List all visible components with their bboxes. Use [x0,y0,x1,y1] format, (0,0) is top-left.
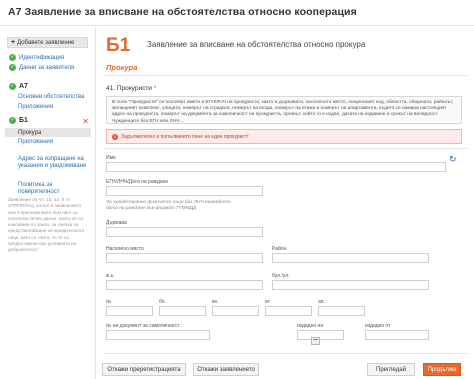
issued-by-input[interactable] [365,330,429,340]
field-title-text: 41. Прокуристи [106,85,152,92]
application-code: Б1 [106,35,131,56]
sidebar-item-label: Данни за заявителя [19,64,75,71]
error-box: ! Задължително е попълването поне на еди… [106,129,462,144]
name-input[interactable] [106,162,446,172]
sidebar-section-label: Б1 [19,117,28,124]
sidebar-item-label: Приложения [18,104,54,110]
sidebar-section-label: А7 [19,83,28,90]
field-title: 41. Прокуристи * [106,85,156,92]
sidebar-item-label: Политика за поверителност [18,182,60,195]
sidebar: + Добавете заявление ✓ Идентификация ✓ Д… [0,27,96,379]
add-application-label: Добавете заявление [17,39,75,46]
sidebar-item-label: Приложения [18,139,54,145]
sidebar-item-label: Адрес за изпращане на указания и уведомя… [18,156,87,169]
egn-hint: За чуждестранно физическо лице без ЛНЧ в… [106,200,231,211]
country-input[interactable] [106,227,263,237]
cancel-application-button[interactable]: Откажи заявлението [193,363,259,376]
floor-input[interactable] [265,306,312,316]
sidebar-item-identification[interactable]: ✓ Идентификация [9,54,64,61]
sidebar-section-b1[interactable]: ✓ Б1 [9,117,28,124]
required-mark: * [153,85,157,92]
entrance-input[interactable] [212,306,259,316]
egn-input[interactable] [106,186,263,196]
issued-on-input[interactable] [297,330,344,340]
application-title: Заявление за вписване на обстоятелства о… [147,40,366,49]
block-input[interactable] [159,306,206,316]
sidebar-item-privacy[interactable]: Политика за поверителност [18,182,90,195]
sidebar-note: Заявление по чл. 15, ал. 9 от ЗТРРЮЛНЦ, … [8,197,85,253]
top-bar: А7 Заявление за вписване на обстоятелств… [0,0,474,26]
entrance-label: вх. [212,299,219,305]
divider [105,353,467,354]
divider [105,75,467,76]
number-label: № [106,299,112,305]
egn-label: ЕГН/ЛНЧ/Дата на раждане [106,179,169,185]
main-panel: Б1 Заявление за вписване на обстоятелств… [97,27,474,379]
complex-input[interactable] [106,280,263,290]
number-input[interactable] [106,306,153,316]
issued-on-label: издаден на [297,323,324,329]
sidebar-item-label: Прокура [18,129,42,136]
city-input[interactable] [106,253,263,263]
street-label: бул./ул. [272,273,290,279]
id-doc-input[interactable] [106,330,210,340]
preview-button[interactable]: Прегледай [367,363,415,376]
section-title: Прокура [106,63,138,72]
error-icon: ! [112,133,118,140]
plus-icon: + [11,39,16,46]
sidebar-item-attachments-a7[interactable]: Приложения [18,104,53,110]
country-label: Държава [106,220,127,226]
divider [105,148,467,149]
refresh-icon[interactable]: ↻ [449,154,457,165]
block-label: бл. [159,299,166,305]
id-doc-label: № на документ за самоличност [106,323,180,329]
check-icon: ✓ [9,64,16,71]
info-box: В поле "Прокуристи" се посочват името и … [106,96,462,124]
sidebar-item-attachments-b1[interactable]: Приложения [18,139,53,145]
region-label: Район [272,246,287,252]
street-input[interactable] [272,280,429,290]
sidebar-section-a7[interactable]: ✓ А7 [9,83,28,90]
error-text: Задължително е попълването поне на един … [121,133,249,140]
sidebar-item-procura[interactable]: Прокура [5,128,91,137]
sidebar-item-label: Основни обстоятелства [18,94,85,100]
continue-button[interactable]: Продължи [423,363,461,376]
apartment-label: ап. [318,299,325,305]
complex-label: ж.к. [106,273,115,279]
city-label: Населено място [106,246,144,252]
region-input[interactable] [272,253,429,263]
sidebar-item-delivery-address[interactable]: Адрес за изпращане на указания и уведомя… [18,156,90,169]
check-icon: ✓ [9,54,16,61]
page-title: А7 Заявление за вписване на обстоятелств… [8,6,357,18]
add-application-button[interactable]: + Добавете заявление [7,37,88,48]
check-icon: ✓ [9,83,16,90]
floor-label: ет. [265,299,271,305]
remove-section-icon[interactable]: ✕ [82,118,89,126]
sidebar-item-label: Идентификация [19,54,64,61]
issued-by-label: издаден от [365,323,391,329]
apartment-input[interactable] [318,306,365,316]
check-icon: ✓ [9,117,16,124]
calendar-icon[interactable] [311,337,320,345]
sidebar-item-applicant[interactable]: ✓ Данни за заявителя [9,64,74,71]
name-label: Име [106,155,116,161]
cancel-reregistration-button[interactable]: Откажи пререгистрацията [102,363,186,376]
sidebar-item-main-circumstances[interactable]: Основни обстоятелства [18,94,84,100]
